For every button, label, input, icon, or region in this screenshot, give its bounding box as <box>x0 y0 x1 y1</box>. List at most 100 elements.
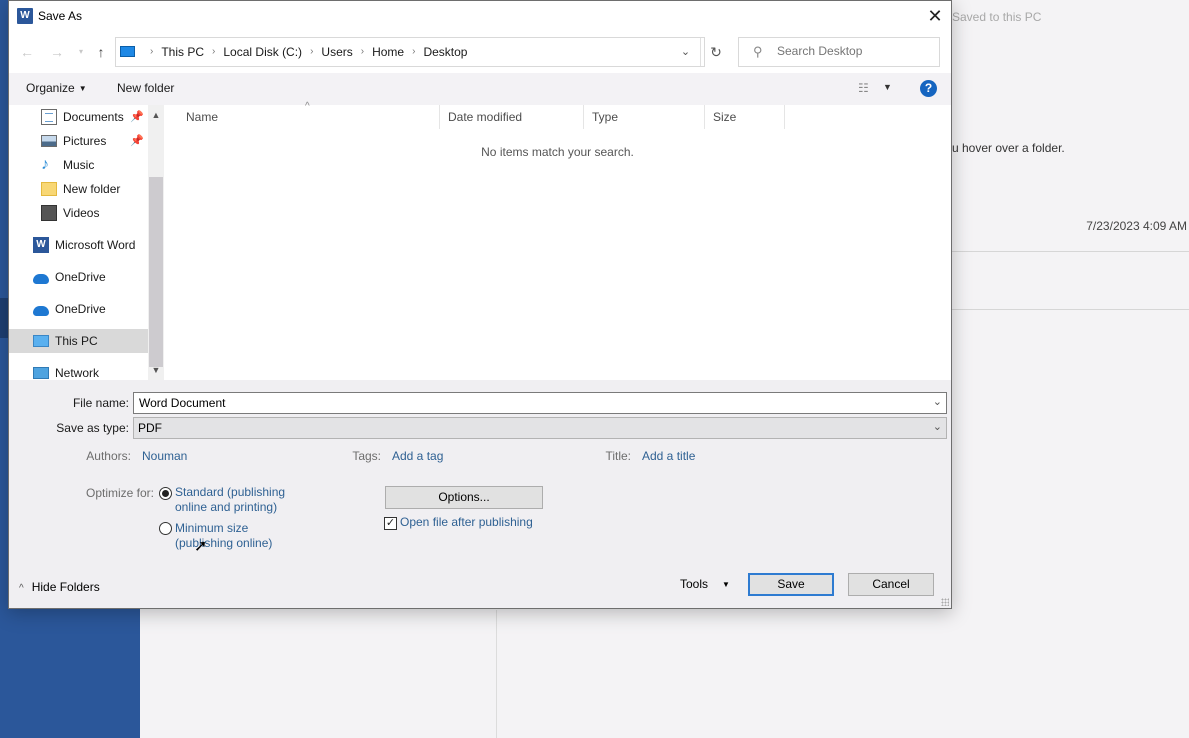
nav-item-music[interactable]: ♪ Music <box>9 153 148 177</box>
refresh-button[interactable]: ↻ <box>701 38 731 66</box>
arrow-left-icon: ← <box>20 44 34 60</box>
new-folder-button[interactable]: New folder <box>117 81 174 95</box>
column-header-name[interactable]: Name <box>178 105 440 129</box>
authors-label: Authors: <box>86 449 131 463</box>
optimize-minimum-radio[interactable] <box>159 522 172 535</box>
word-icon: W <box>17 8 33 24</box>
nav-item-new-folder[interactable]: New folder <box>9 177 148 201</box>
nav-item-pictures[interactable]: Pictures 📌 <box>9 129 148 153</box>
close-button[interactable]: ✕ <box>919 1 951 33</box>
open-after-publishing-label[interactable]: Open file after publishing <box>400 515 533 529</box>
optimize-minimum-label[interactable]: Minimum size (publishing online) <box>175 521 285 551</box>
up-button[interactable]: ↑ <box>91 42 111 62</box>
network-icon <box>33 367 49 379</box>
chevron-up-icon: ^ <box>19 583 24 594</box>
recent-locations-button[interactable]: ▾ <box>71 42 91 62</box>
mouse-cursor-icon: ➚ <box>194 538 208 555</box>
save-as-dialog: W Save As ✕ ← → ▾ ↑ › This PC › Local Di… <box>8 0 952 609</box>
breadcrumb-local-disk[interactable]: Local Disk (C:) <box>223 38 302 66</box>
optimize-standard-radio[interactable] <box>159 487 172 500</box>
file-name-input[interactable] <box>139 396 919 410</box>
help-icon[interactable]: ? <box>920 80 937 97</box>
pin-icon[interactable]: 📌 <box>130 134 144 147</box>
file-list[interactable]: ^ Name Date modified Type Size No items … <box>164 101 951 380</box>
column-header-date-modified[interactable]: Date modified <box>440 105 584 129</box>
caret-down-icon: ▼ <box>78 84 87 93</box>
nav-item-documents[interactable]: Documents 📌 <box>9 105 148 129</box>
search-input[interactable] <box>777 44 927 58</box>
breadcrumb-desktop[interactable]: Desktop <box>423 38 467 66</box>
refresh-icon: ↻ <box>710 44 722 60</box>
chevron-right-icon[interactable]: › <box>412 38 415 66</box>
organize-button[interactable]: Organize ▼ <box>26 81 87 95</box>
nav-item-videos[interactable]: Videos <box>9 201 148 225</box>
pin-icon[interactable]: 📌 <box>130 110 144 123</box>
word-icon: W <box>33 237 49 253</box>
breadcrumb-this-pc[interactable]: This PC <box>161 38 204 66</box>
chevron-down-icon[interactable]: ⌄ <box>933 395 942 408</box>
cancel-button[interactable]: Cancel <box>848 573 934 596</box>
chevron-right-icon[interactable]: › <box>212 38 215 66</box>
music-icon: ♪ <box>41 156 49 173</box>
view-details-icon[interactable]: ☷ <box>858 81 869 95</box>
nav-item-microsoft-word[interactable]: W Microsoft Word <box>9 233 148 257</box>
open-after-publishing-checkbox[interactable]: ✓ <box>384 517 397 530</box>
nav-item-label: Pictures <box>63 134 107 148</box>
address-dropdown-button[interactable]: ⌄ <box>671 38 701 66</box>
chevron-right-icon[interactable]: › <box>310 38 313 66</box>
onedrive-icon <box>33 306 49 316</box>
this-pc-icon <box>33 335 49 347</box>
nav-item-this-pc[interactable]: This PC <box>9 329 148 353</box>
add-title-link[interactable]: Add a title <box>642 449 695 463</box>
save-button[interactable]: Save <box>748 573 834 596</box>
search-box[interactable]: ⚲ <box>738 37 940 67</box>
navigation-pane: Documents 📌 Pictures 📌 ♪ Music New folde… <box>9 105 164 380</box>
view-options-dropdown[interactable]: ▼ <box>883 82 892 92</box>
nav-item-label: Network <box>55 366 100 380</box>
nav-item-network[interactable]: Network <box>9 361 148 380</box>
tools-label: Tools <box>680 577 709 591</box>
onedrive-icon <box>33 274 49 284</box>
nav-item-label: Documents <box>63 110 124 124</box>
back-button[interactable]: ← <box>17 42 37 62</box>
file-timestamp: 7/23/2023 4:09 AM <box>1086 219 1187 233</box>
nav-item-label: Microsoft Word <box>55 238 136 252</box>
nav-item-onedrive[interactable]: OneDrive <box>9 265 148 289</box>
breadcrumb-users[interactable]: Users <box>321 38 352 66</box>
column-header-type[interactable]: Type <box>584 105 705 129</box>
documents-icon <box>41 109 57 125</box>
optimize-standard-label[interactable]: Standard (publishing online and printing… <box>175 485 305 515</box>
resize-grip[interactable] <box>941 598 949 606</box>
videos-icon <box>41 205 57 221</box>
arrow-right-icon: → <box>50 44 64 60</box>
chevron-down-icon: ▾ <box>78 47 83 56</box>
scroll-down-button[interactable]: ▼ <box>148 362 164 378</box>
file-name-label: File name: <box>72 396 129 410</box>
nav-pane-scrollbar[interactable]: ▲ ▼ <box>148 105 164 380</box>
file-name-field[interactable]: ⌄ <box>133 392 947 414</box>
nav-item-label: This PC <box>55 334 98 348</box>
tools-button[interactable]: Tools ▼ <box>680 577 730 591</box>
breadcrumb-home[interactable]: Home <box>372 38 404 66</box>
authors-value[interactable]: Nouman <box>142 449 187 463</box>
chevron-down-icon: ⌄ <box>680 46 691 58</box>
address-bar[interactable]: › This PC › Local Disk (C:) › Users › Ho… <box>115 37 722 67</box>
hint-text: u hover over a folder. <box>952 141 1065 155</box>
nav-item-label: Videos <box>63 206 100 220</box>
add-tag-link[interactable]: Add a tag <box>392 449 443 463</box>
divider <box>496 610 497 738</box>
save-as-type-select[interactable]: PDF ⌄ <box>133 417 947 439</box>
title-bar[interactable]: W Save As ✕ <box>9 1 951 33</box>
chevron-right-icon[interactable]: › <box>361 38 364 66</box>
column-header-size[interactable]: Size <box>705 105 785 129</box>
nav-item-label: Music <box>63 158 95 172</box>
scroll-up-button[interactable]: ▲ <box>148 107 164 123</box>
scrollbar-thumb[interactable] <box>149 177 163 367</box>
options-button[interactable]: Options... <box>385 486 543 509</box>
organize-label: Organize <box>26 81 75 95</box>
hide-folders-button[interactable]: ^ Hide Folders <box>19 580 100 594</box>
forward-button[interactable]: → <box>47 42 67 62</box>
nav-item-onedrive[interactable]: OneDrive <box>9 297 148 321</box>
divider <box>952 251 1189 252</box>
hide-folders-label: Hide Folders <box>31 580 100 594</box>
